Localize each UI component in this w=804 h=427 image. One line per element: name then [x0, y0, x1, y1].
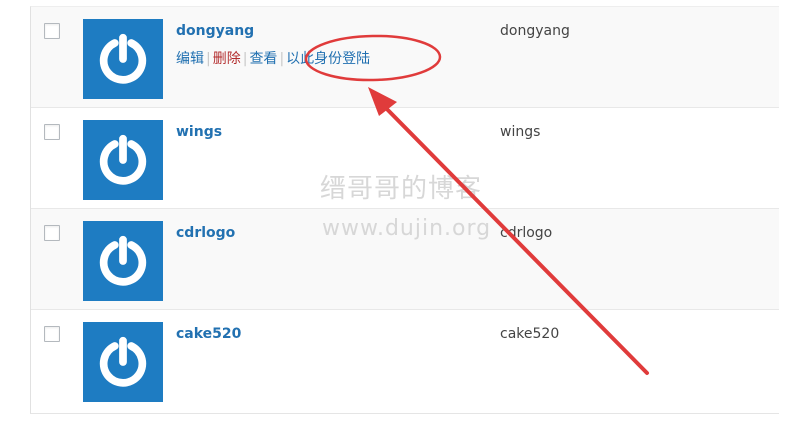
row-checkbox[interactable] [44, 225, 60, 241]
edit-link[interactable]: 编辑 [176, 51, 204, 67]
name-cell: wings [500, 124, 541, 140]
power-icon [99, 134, 147, 185]
avatar [83, 19, 163, 99]
row-checkbox[interactable] [44, 124, 60, 140]
username-link[interactable]: wings [176, 124, 222, 140]
table-row: dongyang 编辑 | 删除 | 查看 | 以此身份登陆 dongyang [31, 7, 779, 108]
delete-link[interactable]: 删除 [213, 51, 241, 67]
name-cell: cake520 [500, 326, 560, 342]
view-link[interactable]: 查看 [249, 51, 277, 67]
row-checkbox[interactable] [44, 326, 60, 342]
table-row: cake520 cake520 [31, 310, 779, 411]
power-icon [99, 336, 147, 387]
row-actions: 编辑 | 删除 | 查看 | 以此身份登陆 [176, 48, 370, 68]
separator: | [242, 51, 248, 67]
name-cell: cdrlogo [500, 225, 553, 241]
power-icon [99, 33, 147, 84]
avatar [83, 120, 163, 200]
avatar [83, 221, 163, 301]
users-table: dongyang 编辑 | 删除 | 查看 | 以此身份登陆 dongyang wings … [30, 6, 779, 414]
table-row: cdrlogo cdrlogo [31, 209, 779, 310]
name-cell: dongyang [500, 23, 570, 39]
power-icon [99, 235, 147, 286]
avatar [83, 322, 163, 402]
username-link[interactable]: cdrlogo [176, 225, 235, 241]
separator: | [206, 51, 211, 67]
row-checkbox[interactable] [44, 23, 60, 39]
login-as-link[interactable]: 以此身份登陆 [286, 51, 370, 67]
table-row: wings wings [31, 108, 779, 209]
separator: | [279, 51, 285, 67]
username-link[interactable]: cake520 [176, 326, 241, 342]
username-link[interactable]: dongyang [176, 23, 254, 39]
